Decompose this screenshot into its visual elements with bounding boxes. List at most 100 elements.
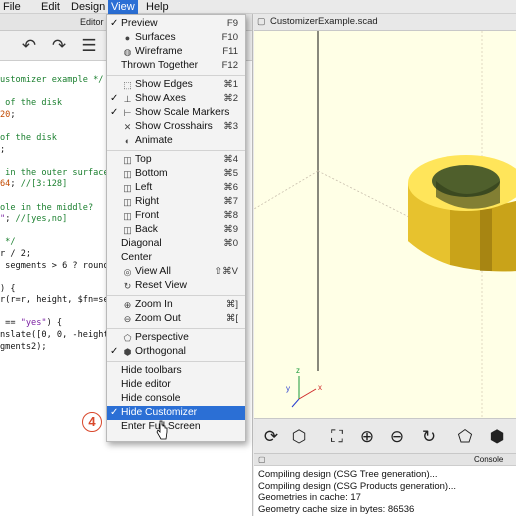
- menu-edit[interactable]: Edit: [38, 0, 63, 14]
- console-line: Compiling design (CSG Tree generation)..…: [258, 469, 438, 480]
- view-all-icon[interactable]: ⛶: [326, 426, 348, 448]
- indent-icon[interactable]: ☰: [80, 37, 98, 55]
- view-menu-item-diagonal[interactable]: Diagonal ⌘0: [107, 237, 245, 251]
- view-menu-item-enter-full-screen[interactable]: Enter Full Screen: [107, 420, 245, 434]
- menu-item-label: Reset View: [135, 280, 187, 291]
- menu-item-shortcut: ⌘4: [223, 154, 238, 165]
- edges-icon: ⬚: [123, 80, 132, 90]
- view-menu-item-show-scale-markers[interactable]: ✓ ⊢ Show Scale Markers: [107, 106, 245, 120]
- console-line: Geometries in cache: 17: [258, 492, 361, 504]
- code-token: r / 2;: [0, 248, 32, 259]
- console-output: Compiling design (CSG Tree generation)..…: [254, 466, 516, 515]
- menu-item-label: Top: [135, 154, 152, 165]
- render-icon[interactable]: ⟳: [260, 426, 282, 448]
- view-menu-item-hide-toolbars[interactable]: Hide toolbars: [107, 364, 245, 378]
- menu-item-label: Show Edges: [135, 79, 193, 90]
- view-menu-item-hide-console[interactable]: Hide console: [107, 392, 245, 406]
- menu-item-shortcut: ⌘5: [223, 168, 238, 179]
- checkmark-icon: ✓: [110, 93, 119, 104]
- menu-file[interactable]: File: [0, 0, 24, 14]
- menu-item-label: Back: [135, 224, 158, 235]
- menu-item-label: Zoom Out: [135, 313, 181, 324]
- view-menu-item-wireframe[interactable]: ◍ Wireframe F11: [107, 45, 245, 59]
- close-console-icon[interactable]: ▢: [258, 455, 266, 464]
- view-menu-item-front[interactable]: ◫ Front ⌘8: [107, 209, 245, 223]
- export-stl-icon[interactable]: ⬡: [288, 426, 310, 448]
- file-tab-title: CustomizerExample.scad: [270, 16, 378, 27]
- view-menu-item-center[interactable]: Center: [107, 251, 245, 265]
- crosshairs-icon: ✕: [123, 122, 132, 132]
- scale-markers-icon: ⊢: [123, 108, 132, 118]
- menu-item-shortcut: ⌘1: [223, 79, 238, 90]
- view-menu-item-animate[interactable]: ◐ Animate: [107, 134, 245, 148]
- wireframe-icon: ◍: [123, 47, 132, 57]
- zoom-out-icon[interactable]: ⊖: [386, 426, 408, 448]
- 3d-viewport[interactable]: z x y: [254, 31, 516, 418]
- view-menu-item-orthogonal[interactable]: ✓ ⬢ Orthogonal: [107, 345, 245, 359]
- code-token: //[3:128]: [20, 179, 68, 190]
- view-menu-item-perspective[interactable]: ⬠ Perspective: [107, 331, 245, 345]
- view-menu-dropdown: ✓ Preview F9 ● Surfaces F10 ◍ Wireframe F11 Throw…: [106, 14, 246, 442]
- zoom-in-icon[interactable]: ⊕: [356, 426, 378, 448]
- view-menu-item-show-crosshairs[interactable]: ✕ Show Crosshairs ⌘3: [107, 120, 245, 134]
- console-pane: ▢ Console Compiling design (CSG Tree gen…: [254, 454, 516, 516]
- undo-icon[interactable]: ↶: [20, 37, 38, 55]
- menu-item-shortcut: ⌘[: [225, 313, 238, 324]
- view-menu-item-view-all[interactable]: ◎ View All ⇧⌘V: [107, 265, 245, 279]
- console-line: Geometry cache size in bytes: 86536: [258, 503, 415, 515]
- view-menu-item-back[interactable]: ◫ Back ⌘9: [107, 223, 245, 237]
- view-menu-item-right[interactable]: ◫ Right ⌘7: [107, 195, 245, 209]
- y-axis-line: [254, 170, 319, 210]
- reset-view-icon[interactable]: ↻: [418, 426, 440, 448]
- view-menu-item-reset-view[interactable]: ↻ Reset View: [107, 279, 245, 293]
- checkmark-icon: ✓: [110, 18, 119, 29]
- console-line: Compiling design (CSG Products generatio…: [258, 480, 457, 492]
- redo-icon[interactable]: ↷: [50, 37, 68, 55]
- menu-separator: [107, 75, 245, 76]
- view-menu-item-zoom-out[interactable]: ⊖ Zoom Out ⌘[: [107, 312, 245, 326]
- view-menu-item-hide-editor[interactable]: Hide editor: [107, 378, 245, 392]
- menu-design[interactable]: Design: [68, 0, 108, 14]
- menu-help[interactable]: Help: [143, 0, 172, 14]
- code-token: "yes": [20, 318, 47, 329]
- code-token: ustomizer example */: [0, 75, 104, 85]
- view-menu-item-left[interactable]: ◫ Left ⌘6: [107, 181, 245, 195]
- menu-item-shortcut: ⌘8: [223, 210, 238, 221]
- view-menu-item-bottom[interactable]: ◫ Bottom ⌘5: [107, 167, 245, 181]
- orthogonal-icon[interactable]: ⬢: [486, 426, 508, 448]
- view-menu-item-show-axes[interactable]: ✓ ⊥ Show Axes ⌘2: [107, 92, 245, 106]
- view-menu-item-top[interactable]: ◫ Top ⌘4: [107, 153, 245, 167]
- menu-item-label: Hide console: [121, 393, 181, 404]
- menu-item-label: Show Scale Markers: [135, 107, 230, 118]
- menu-item-label: Diagonal: [121, 238, 162, 249]
- menu-item-shortcut: ⌘]: [225, 299, 238, 310]
- checkmark-icon: ✓: [110, 407, 119, 418]
- menu-item-label: Hide toolbars: [121, 365, 182, 376]
- menu-item-label: Center: [121, 252, 152, 263]
- view-menu-item-thrown-together[interactable]: Thrown Together F12: [107, 59, 245, 73]
- menu-separator: [107, 150, 245, 151]
- gizmo-z-label: z: [296, 366, 300, 375]
- menu-item-label: Hide Customizer: [121, 407, 198, 418]
- perspective-icon[interactable]: ⬠: [454, 426, 476, 448]
- menu-separator: [107, 295, 245, 296]
- checkmark-icon: ✓: [110, 346, 119, 357]
- close-tab-icon[interactable]: ▢: [257, 16, 266, 27]
- view-menu-item-zoom-in[interactable]: ⊕ Zoom In ⌘]: [107, 298, 245, 312]
- menu-item-shortcut: ⇧⌘V: [214, 266, 238, 277]
- menu-view[interactable]: View: [108, 0, 138, 14]
- viewer-tab[interactable]: ▢ CustomizerExample.scad: [254, 14, 516, 31]
- view-menu-item-show-edges[interactable]: ⬚ Show Edges ⌘1: [107, 78, 245, 92]
- view-right-icon: ◫: [123, 197, 132, 207]
- view-menu-item-surfaces[interactable]: ● Surfaces F10: [107, 31, 245, 45]
- view-left-icon: ◫: [123, 183, 132, 193]
- view-menu-item-preview[interactable]: ✓ Preview F9: [107, 17, 245, 31]
- view-menu-item-hide-customizer[interactable]: ✓ Hide Customizer: [107, 406, 245, 420]
- menu-item-shortcut: F9: [226, 18, 238, 29]
- menu-bar: File Edit Design View Help: [0, 0, 516, 14]
- orthogonal-icon: ⬢: [123, 347, 132, 357]
- code-token: 64: [0, 179, 11, 190]
- console-title-bar: ▢ Console: [254, 454, 516, 466]
- view-back-icon: ◫: [123, 225, 132, 235]
- code-token: //[yes,no]: [15, 214, 68, 225]
